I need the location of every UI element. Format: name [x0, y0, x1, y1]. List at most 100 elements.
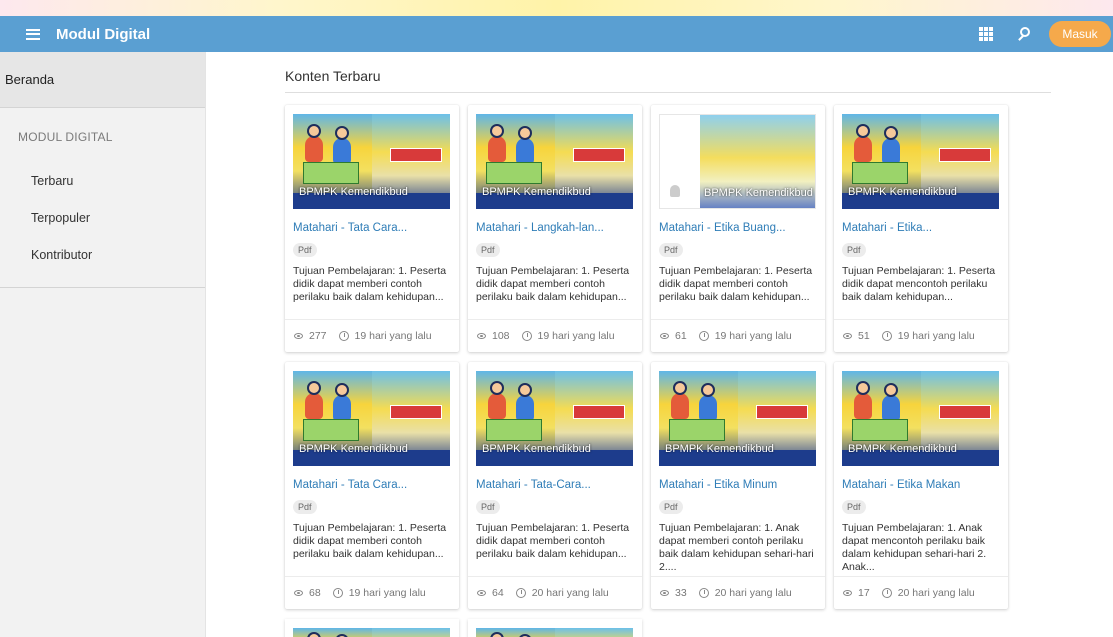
post-time: 20 hari yang lalu — [531, 587, 609, 599]
card-footer: 277 19 hari yang lalu — [285, 319, 459, 352]
content-card[interactable] — [285, 619, 459, 637]
card-title[interactable]: Matahari - Etika Minum — [659, 479, 777, 491]
card-description: Tujuan Pembelajaran: 1. Peserta didik da… — [293, 265, 447, 303]
thumbnail-credit: BPMPK Kemendikbud — [848, 443, 957, 455]
card-title[interactable]: Matahari - Tata Cara... — [293, 479, 407, 491]
content-card[interactable]: BPMPK Kemendikbud Matahari - Tata Cara..… — [285, 362, 459, 609]
app-bar: Modul Digital Masuk — [0, 16, 1113, 52]
view-count: 277 — [309, 330, 327, 342]
card-description: Tujuan Pembelajaran: 1. Peserta didik da… — [842, 265, 996, 303]
thumbnail-credit: BPMPK Kemendikbud — [299, 186, 408, 198]
clock-icon — [881, 588, 892, 598]
eye-icon — [294, 590, 303, 596]
card-thumbnail: BPMPK Kemendikbud — [293, 114, 450, 209]
eye-icon — [477, 333, 486, 339]
post-time: 19 hari yang lalu — [354, 330, 432, 342]
apps-grid-icon[interactable] — [979, 27, 993, 41]
card-description: Tujuan Pembelajaran: 1. Anak dapat membe… — [659, 522, 814, 573]
clock-icon — [332, 588, 343, 598]
clock-icon — [521, 331, 532, 341]
card-thumbnail: BPMPK Kemendikbud — [293, 371, 450, 466]
format-badge: Pdf — [659, 500, 683, 514]
thumbnail-credit: BPMPK Kemendikbud — [482, 443, 591, 455]
thumbnail-credit: BPMPK Kemendikbud — [848, 186, 957, 198]
format-badge: Pdf — [476, 500, 500, 514]
clock-icon — [338, 331, 349, 341]
format-badge: Pdf — [659, 243, 683, 257]
content-card[interactable]: BPMPK Kemendikbud Matahari - Etika Makan… — [834, 362, 1008, 609]
content-card[interactable]: BPMPK Kemendikbud Matahari - Langkah-lan… — [468, 105, 642, 352]
card-footer: 17 20 hari yang lalu — [834, 576, 1008, 609]
view-count: 17 — [858, 587, 870, 599]
content-card[interactable]: BPMPK Kemendikbud Matahari - Tata-Cara..… — [468, 362, 642, 609]
card-thumbnail: BPMPK Kemendikbud — [476, 114, 633, 209]
eye-icon — [660, 333, 669, 339]
card-footer: 68 19 hari yang lalu — [285, 576, 459, 609]
card-title[interactable]: Matahari - Tata Cara... — [293, 222, 407, 234]
card-thumbnail: BPMPK Kemendikbud — [842, 371, 999, 466]
sidebar-item-beranda[interactable]: Beranda — [0, 52, 205, 108]
card-footer: 61 19 hari yang lalu — [651, 319, 825, 352]
search-icon[interactable] — [1017, 26, 1033, 42]
hamburger-icon — [26, 28, 40, 40]
card-title[interactable]: Matahari - Tata-Cara... — [476, 479, 591, 491]
format-badge: Pdf — [293, 243, 317, 257]
content-card[interactable]: BPMPK Kemendikbud Matahari - Etika Minum… — [651, 362, 825, 609]
card-description: Tujuan Pembelajaran: 1. Peserta didik da… — [476, 522, 630, 560]
view-count: 33 — [675, 587, 687, 599]
content-card[interactable]: BPMPK Kemendikbud Matahari - Tata Cara..… — [285, 105, 459, 352]
sidebar-item-terbaru[interactable]: Terbaru — [0, 162, 205, 199]
post-time: 20 hari yang lalu — [897, 587, 975, 599]
card-description: Tujuan Pembelajaran: 1. Anak dapat menco… — [842, 522, 987, 573]
eye-icon — [843, 333, 852, 339]
card-title[interactable]: Matahari - Etika Makan — [842, 479, 960, 491]
clock-icon — [515, 588, 526, 598]
format-badge: Pdf — [293, 500, 317, 514]
clock-icon — [881, 331, 892, 341]
card-footer: 64 20 hari yang lalu — [468, 576, 642, 609]
divider — [285, 92, 1051, 93]
thumbnail-credit: BPMPK Kemendikbud — [482, 186, 591, 198]
login-button[interactable]: Masuk — [1049, 21, 1111, 47]
card-description: Tujuan Pembelajaran: 1. Peserta didik da… — [293, 522, 447, 560]
main-content: Konten Terbaru BPMPK Kemendikbud Matahar… — [206, 52, 1113, 637]
post-time: 19 hari yang lalu — [714, 330, 792, 342]
sidebar-item-terpopuler[interactable]: Terpopuler — [0, 199, 205, 236]
format-badge: Pdf — [842, 500, 866, 514]
post-time: 19 hari yang lalu — [348, 587, 426, 599]
card-description: Tujuan Pembelajaran: 1. Peserta didik da… — [659, 265, 813, 303]
eye-icon — [843, 590, 852, 596]
eye-icon — [660, 590, 669, 596]
post-time: 20 hari yang lalu — [714, 587, 792, 599]
view-count: 51 — [858, 330, 870, 342]
eye-icon — [477, 590, 486, 596]
view-count: 64 — [492, 587, 504, 599]
card-thumbnail — [476, 628, 633, 637]
card-title[interactable]: Matahari - Etika... — [842, 222, 932, 234]
sidebar: Beranda MODUL DIGITAL Terbaru Terpopuler… — [0, 52, 206, 637]
thumbnail-credit: BPMPK Kemendikbud — [299, 443, 408, 455]
card-thumbnail: BPMPK Kemendikbud — [659, 114, 816, 209]
card-title[interactable]: Matahari - Etika Buang... — [659, 222, 786, 234]
card-thumbnail: BPMPK Kemendikbud — [476, 371, 633, 466]
menu-button[interactable] — [13, 16, 53, 52]
sidebar-section-modul-digital: MODUL DIGITAL Terbaru Terpopuler Kontrib… — [0, 108, 205, 288]
content-card[interactable]: BPMPK Kemendikbud Matahari - Etika Buang… — [651, 105, 825, 352]
section-heading: Konten Terbaru — [285, 68, 381, 84]
content-card[interactable]: BPMPK Kemendikbud Matahari - Etika... Pd… — [834, 105, 1008, 352]
clock-icon — [698, 331, 709, 341]
format-badge: Pdf — [476, 243, 500, 257]
sidebar-item-kontributor[interactable]: Kontributor — [0, 236, 205, 273]
thumbnail-credit: BPMPK Kemendikbud — [665, 443, 774, 455]
card-footer: 108 19 hari yang lalu — [468, 319, 642, 352]
app-title: Modul Digital — [56, 25, 151, 43]
view-count: 61 — [675, 330, 687, 342]
sidebar-section-title: MODUL DIGITAL — [18, 130, 113, 144]
card-title[interactable]: Matahari - Langkah-lan... — [476, 222, 604, 234]
card-thumbnail: BPMPK Kemendikbud — [659, 371, 816, 466]
format-badge: Pdf — [842, 243, 866, 257]
post-time: 19 hari yang lalu — [537, 330, 615, 342]
clock-icon — [698, 588, 709, 598]
content-card[interactable] — [468, 619, 642, 637]
card-description: Tujuan Pembelajaran: 1. Peserta didik da… — [476, 265, 630, 303]
